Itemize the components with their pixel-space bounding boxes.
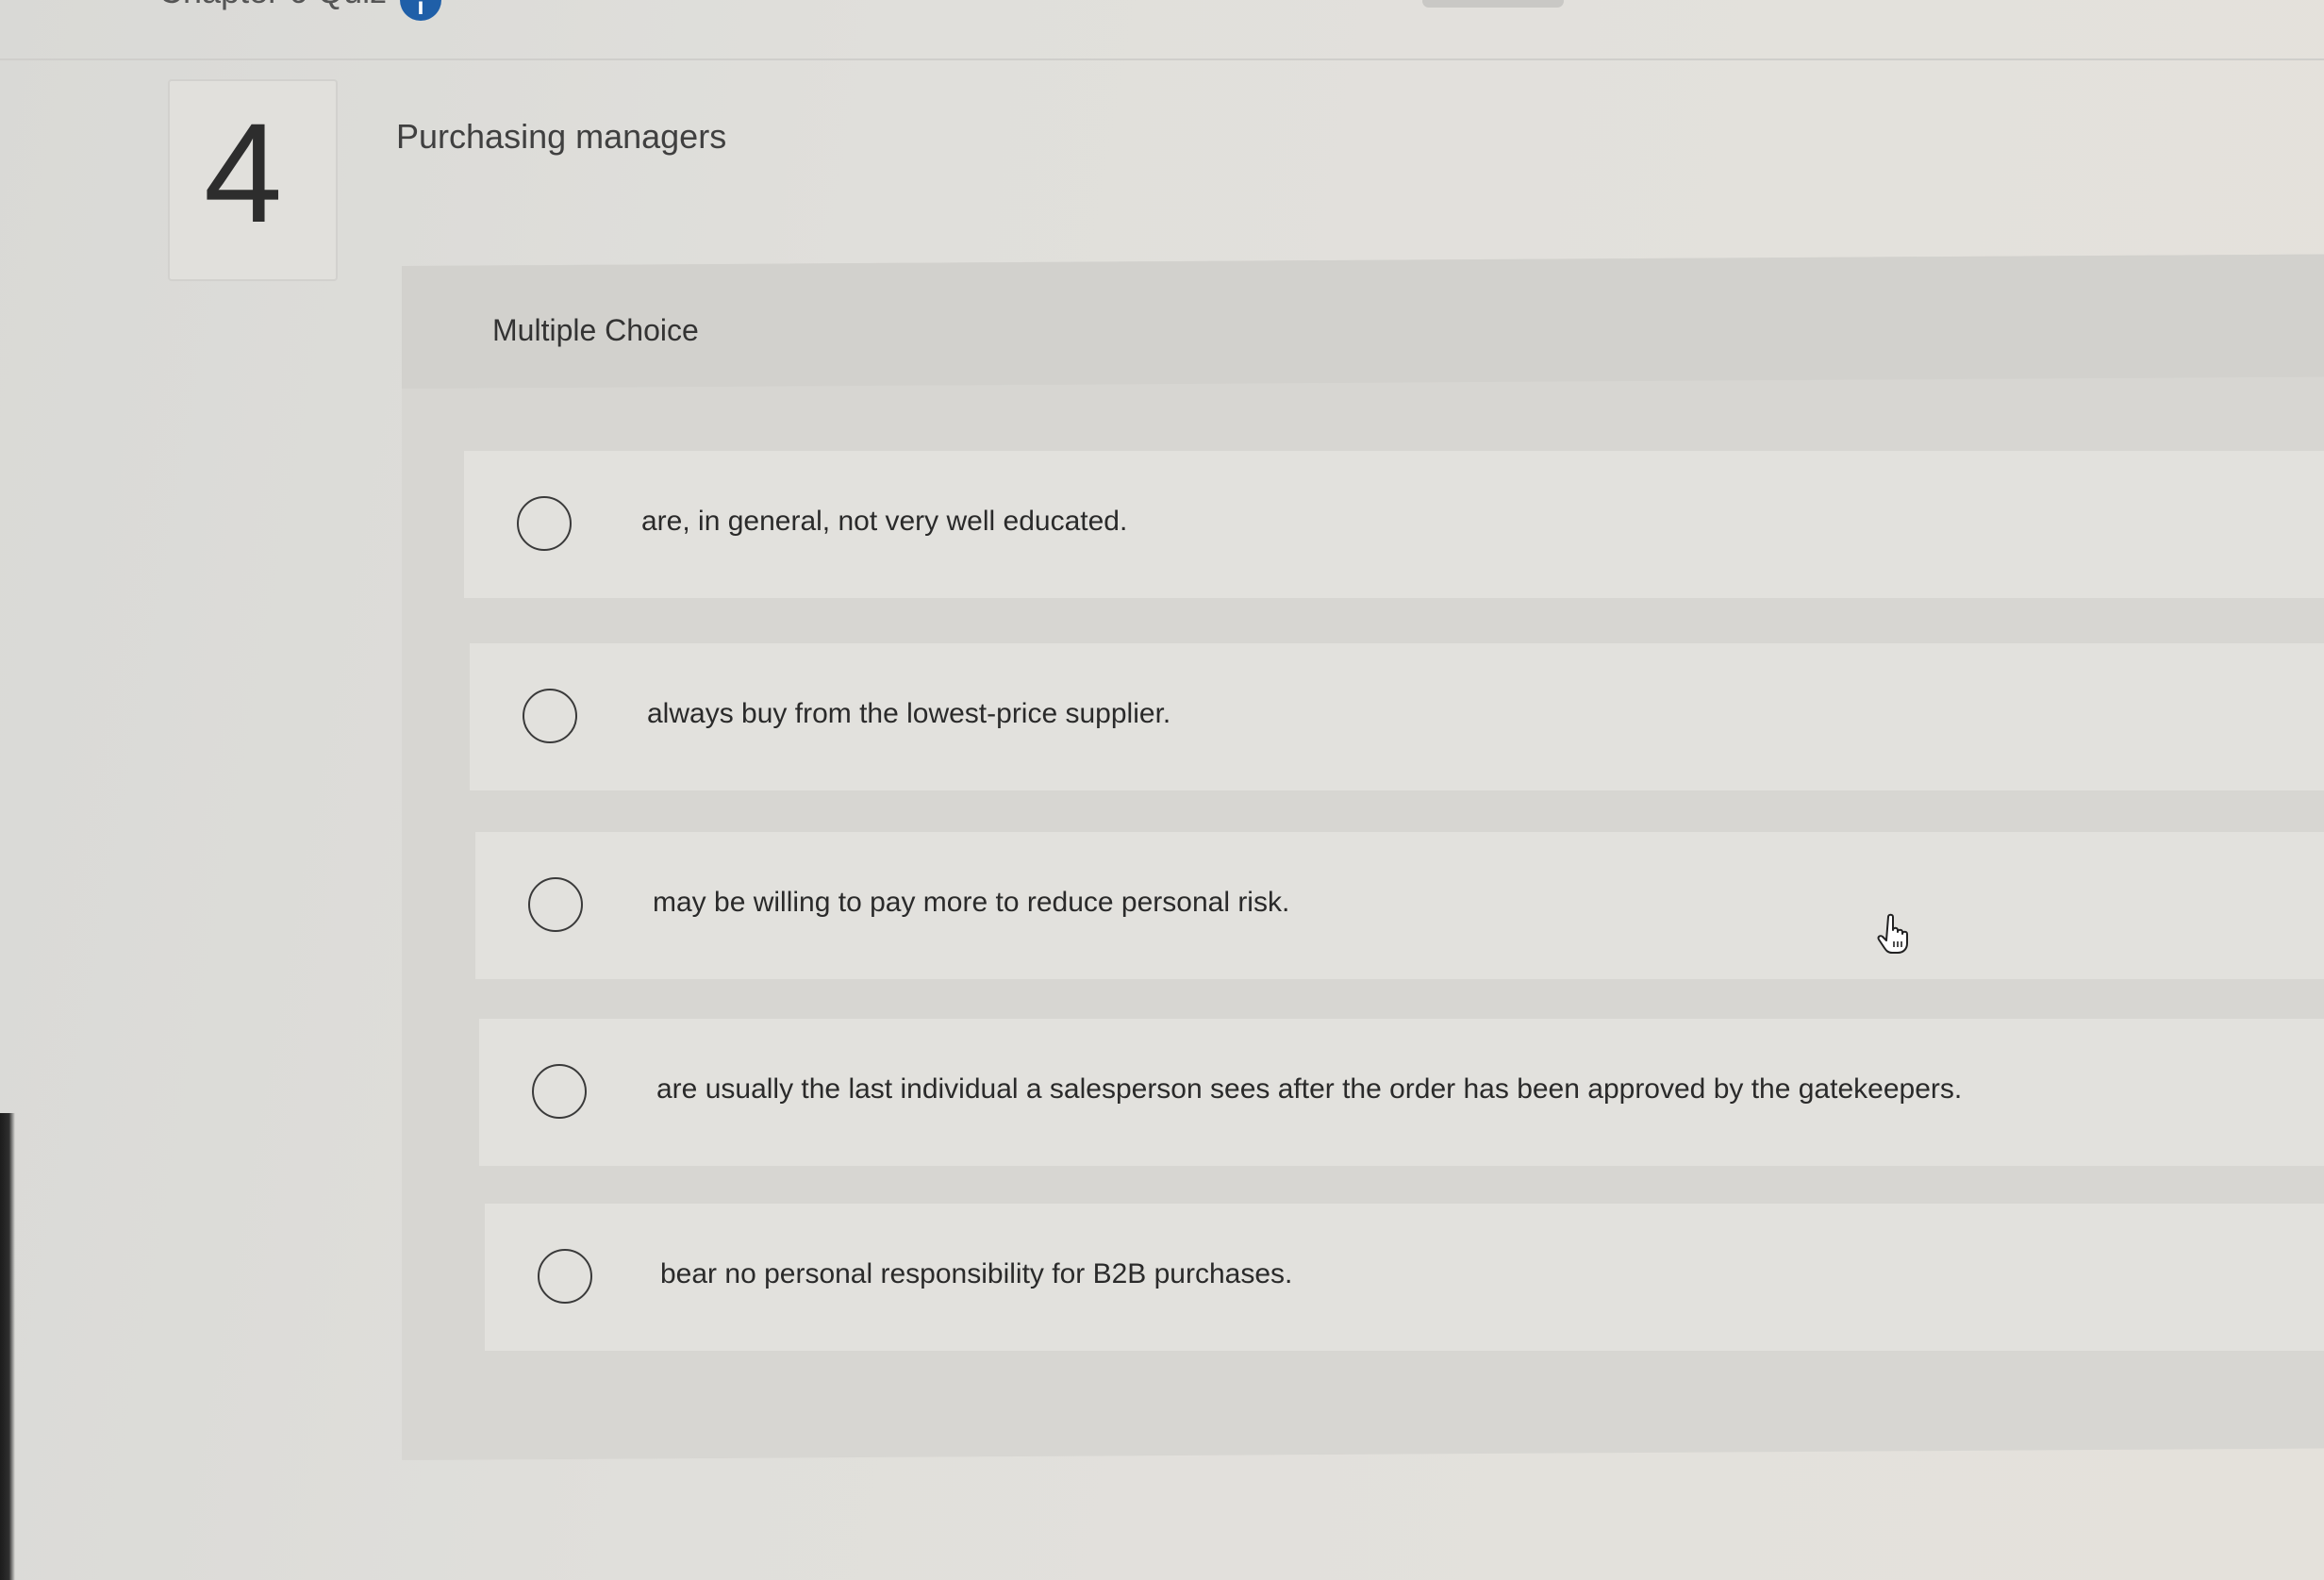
radio-button[interactable] — [523, 689, 577, 743]
radio-button[interactable] — [532, 1064, 587, 1119]
header-control[interactable] — [1422, 0, 1564, 8]
question-number: 4 — [204, 93, 283, 252]
hand-pointer-icon — [1877, 913, 1908, 954]
answer-option[interactable]: are, in general, not very well educated. — [464, 451, 2324, 598]
answer-option[interactable]: may be willing to pay more to reduce per… — [475, 832, 2324, 979]
question-number-box: 4 — [168, 79, 338, 281]
radio-button[interactable] — [517, 496, 572, 551]
answer-option-label[interactable]: always buy from the lowest-price supplie… — [647, 698, 1170, 730]
quiz-header: Chapter 6 Quiz i — [0, 0, 2324, 60]
answer-option-label[interactable]: are usually the last individual a salesp… — [656, 1073, 1962, 1106]
answer-option[interactable]: bear no personal responsibility for B2B … — [485, 1204, 2324, 1351]
quiz-title: Chapter 6 Quiz — [158, 0, 387, 11]
screen-bezel-edge — [0, 1113, 15, 1580]
answer-option[interactable]: are usually the last individual a salesp… — [479, 1019, 2324, 1166]
question-type-label: Multiple Choice — [492, 313, 699, 347]
answer-option-label[interactable]: are, in general, not very well educated. — [641, 506, 1127, 538]
question-text: Purchasing managers — [396, 117, 727, 156]
answer-option[interactable]: always buy from the lowest-price supplie… — [470, 643, 2324, 790]
answer-option-label[interactable]: may be willing to pay more to reduce per… — [653, 887, 1289, 919]
radio-button[interactable] — [528, 877, 583, 932]
answer-option-label[interactable]: bear no personal responsibility for B2B … — [660, 1258, 1292, 1290]
info-icon[interactable]: i — [400, 0, 441, 21]
radio-button[interactable] — [538, 1249, 592, 1304]
